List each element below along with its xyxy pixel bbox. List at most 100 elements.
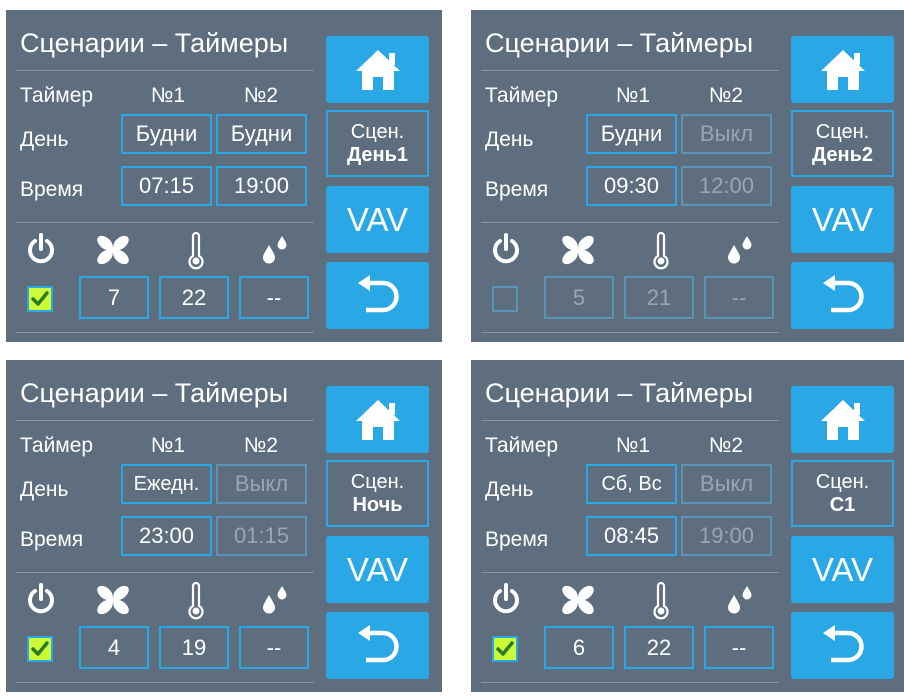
timer-1-day-field[interactable]: Сб, Вс — [586, 464, 677, 504]
divider — [481, 222, 779, 223]
vav-button[interactable]: VAV — [791, 186, 894, 253]
fan-icon — [97, 235, 129, 265]
timer-2-day-field[interactable]: Выкл — [681, 114, 772, 154]
temperature-field[interactable]: 22 — [159, 276, 229, 319]
humidity-field[interactable]: -- — [239, 276, 309, 319]
time-label: Время — [20, 178, 84, 201]
divider — [481, 332, 779, 333]
page-title: Сценарии – Таймеры — [20, 378, 289, 408]
fan-icon — [97, 585, 129, 615]
scene-label: Сцен. — [350, 121, 405, 143]
temperature-field[interactable]: 22 — [624, 626, 694, 669]
checkmark-icon — [31, 291, 49, 306]
divider — [16, 572, 314, 573]
page-title: Сценарии – Таймеры — [485, 378, 754, 408]
timer-2-day-field[interactable]: Будни — [216, 114, 307, 154]
back-button[interactable] — [791, 262, 894, 329]
enable-checkbox[interactable] — [27, 286, 53, 312]
enable-checkbox[interactable] — [492, 286, 518, 312]
timer-1-time-field[interactable]: 09:30 — [586, 166, 677, 206]
home-icon — [356, 50, 400, 90]
back-button[interactable] — [326, 262, 429, 329]
fan-speed-field[interactable]: 5 — [544, 276, 614, 319]
timer-label: Таймер — [485, 434, 559, 457]
fan-icon — [562, 585, 594, 615]
timer-label: Таймер — [485, 84, 559, 107]
scene-name: День2 — [811, 144, 874, 166]
home-button[interactable] — [326, 36, 429, 103]
power-icon — [28, 583, 54, 614]
home-icon — [356, 400, 400, 440]
power-icon — [28, 233, 54, 264]
humidity-field[interactable]: -- — [239, 626, 309, 669]
page-title: Сценарии – Таймеры — [20, 28, 289, 58]
fan-speed-field[interactable]: 7 — [79, 276, 149, 319]
enable-checkbox[interactable] — [492, 636, 518, 662]
temperature-field[interactable]: 19 — [159, 626, 229, 669]
back-arrow-icon — [358, 275, 399, 313]
timer-2-time-field[interactable]: 19:00 — [216, 166, 307, 206]
home-button[interactable] — [326, 386, 429, 453]
divider — [16, 420, 314, 421]
vav-button[interactable]: VAV — [791, 536, 894, 603]
thermometer-icon — [188, 582, 204, 620]
timer-1-header: №1 — [150, 84, 186, 107]
humidity-field[interactable]: -- — [704, 276, 774, 319]
home-icon — [821, 50, 865, 90]
humidity-icon — [263, 236, 287, 264]
back-button[interactable] — [791, 612, 894, 679]
scene-name: День1 — [346, 144, 409, 166]
timer-2-time-field[interactable]: 12:00 — [681, 166, 772, 206]
timer-1-day-field[interactable]: Ежедн. — [121, 464, 212, 504]
day-label: День — [485, 128, 534, 151]
time-label: Время — [20, 528, 84, 551]
timer-2-header: №2 — [243, 434, 279, 457]
vav-button[interactable]: VAV — [326, 536, 429, 603]
scene-button[interactable]: Сцен. День1 — [326, 110, 429, 177]
timer-1-day-field[interactable]: Будни — [121, 114, 212, 154]
timer-2-header: №2 — [708, 434, 744, 457]
timer-2-day-field[interactable]: Выкл — [216, 464, 307, 504]
back-button[interactable] — [326, 612, 429, 679]
checkmark-icon — [496, 641, 514, 656]
day-label: День — [20, 128, 69, 151]
thermometer-icon — [653, 582, 669, 620]
temperature-field[interactable]: 21 — [624, 276, 694, 319]
scene-label: Сцен. — [815, 471, 870, 493]
home-button[interactable] — [791, 36, 894, 103]
timer-2-time-field[interactable]: 19:00 — [681, 516, 772, 556]
timer-2-day-field[interactable]: Выкл — [681, 464, 772, 504]
power-icon — [493, 233, 519, 264]
divider — [481, 682, 779, 683]
timer-panel: Сценарии – Таймеры Таймер №1 №2 День Сб,… — [471, 360, 904, 692]
fan-icon — [562, 235, 594, 265]
humidity-icon — [728, 236, 752, 264]
timer-panel: Сценарии – Таймеры Таймер №1 №2 День Еже… — [6, 360, 442, 692]
scene-label: Сцен. — [350, 471, 405, 493]
back-arrow-icon — [823, 275, 864, 313]
timer-2-time-field[interactable]: 01:15 — [216, 516, 307, 556]
timer-1-header: №1 — [615, 84, 651, 107]
timer-1-day-field[interactable]: Будни — [586, 114, 677, 154]
divider — [16, 70, 314, 71]
scene-button[interactable]: Сцен. День2 — [791, 110, 894, 177]
timer-panel: Сценарии – Таймеры Таймер №1 №2 День Буд… — [471, 10, 904, 342]
timer-1-time-field[interactable]: 08:45 — [586, 516, 677, 556]
scene-name: Ночь — [352, 494, 403, 516]
fan-speed-field[interactable]: 6 — [544, 626, 614, 669]
humidity-field[interactable]: -- — [704, 626, 774, 669]
vav-button[interactable]: VAV — [326, 186, 429, 253]
timer-1-header: №1 — [150, 434, 186, 457]
timer-1-time-field[interactable]: 07:15 — [121, 166, 212, 206]
home-icon — [821, 400, 865, 440]
scene-name: С1 — [829, 494, 856, 516]
scene-button[interactable]: Сцен. С1 — [791, 460, 894, 527]
checkmark-icon — [31, 641, 49, 656]
scene-button[interactable]: Сцен. Ночь — [326, 460, 429, 527]
timer-1-time-field[interactable]: 23:00 — [121, 516, 212, 556]
thermometer-icon — [653, 232, 669, 270]
enable-checkbox[interactable] — [27, 636, 53, 662]
humidity-icon — [728, 586, 752, 614]
home-button[interactable] — [791, 386, 894, 453]
fan-speed-field[interactable]: 4 — [79, 626, 149, 669]
